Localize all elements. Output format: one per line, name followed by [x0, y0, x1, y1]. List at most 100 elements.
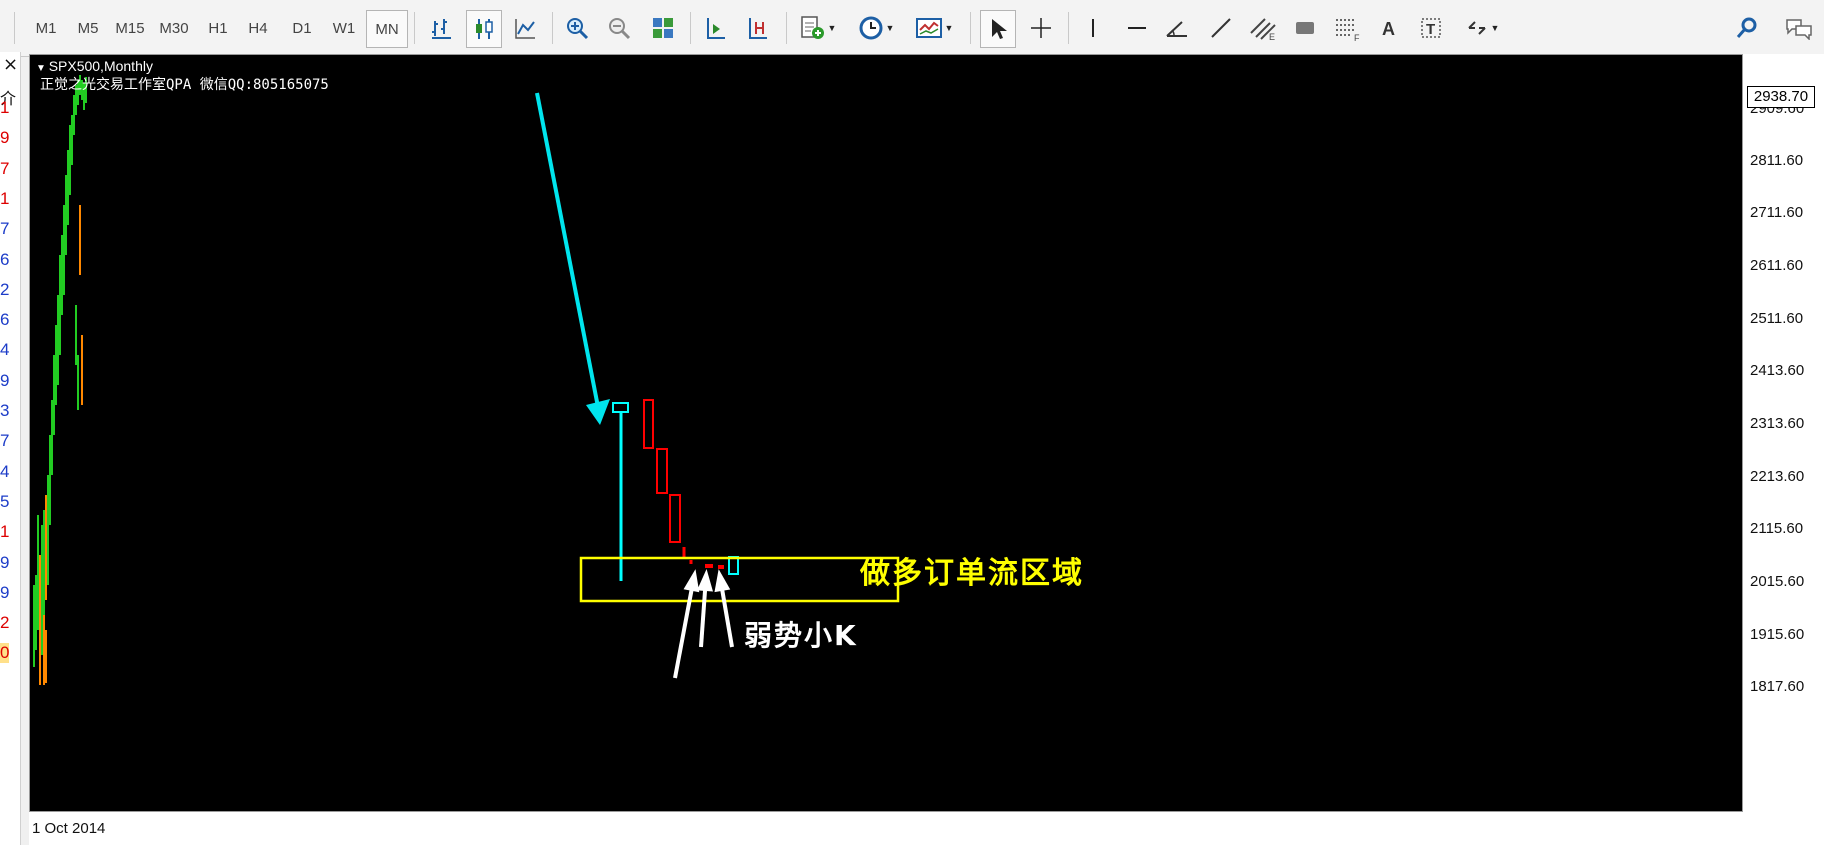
arrows-dropdown[interactable]: ▼ — [1458, 10, 1506, 46]
panel-value: 0 — [0, 643, 10, 664]
indicators-dropdown[interactable]: ▼ — [794, 10, 842, 46]
panel-value: 1 — [0, 522, 10, 542]
vertical-line-icon[interactable] — [1076, 10, 1110, 46]
up-arrow-shaft — [673, 576, 696, 679]
autoscroll-icon[interactable] — [740, 10, 774, 46]
bull-candle-body — [612, 402, 629, 413]
rectangle-icon[interactable] — [1288, 10, 1322, 46]
price-tick-label: 2611.60 — [1750, 257, 1804, 274]
timeframe-m30-button[interactable]: M30 — [154, 10, 194, 46]
periodicity-dropdown[interactable]: ▼ — [852, 10, 900, 46]
panel-value: 1 — [0, 188, 10, 208]
timeframe-m5-button[interactable]: M5 — [68, 10, 108, 46]
panel-value: 9 — [0, 370, 10, 390]
current-price-label: 2938.70 — [1747, 86, 1815, 108]
panel-value: 5 — [0, 491, 10, 511]
zone-label-text: 做多订单流区域 — [859, 556, 1084, 591]
svg-text:A: A — [1382, 19, 1395, 39]
toolbar-separator — [690, 12, 691, 44]
equidistant-channel-icon[interactable]: E — [1246, 10, 1280, 46]
price-tick-label: 2313.60 — [1750, 415, 1805, 432]
toolbar-separator — [786, 12, 787, 44]
bear-candle — [669, 494, 681, 543]
down-arrow-shaft — [535, 92, 600, 408]
chart-window: 做多订单流区域 弱势小K ▼ SPX500,Monthly 正觉之光交易工作室QP… — [29, 54, 1824, 845]
panel-value: 1 — [0, 98, 10, 117]
price-tick-label: 2015.60 — [1750, 573, 1805, 590]
arrows-icon — [1467, 21, 1486, 35]
timeframe-m1-button[interactable]: M1 — [26, 10, 66, 46]
clock-icon — [859, 16, 883, 40]
toolbar-separator — [14, 12, 15, 44]
horizontal-line-icon[interactable] — [1120, 10, 1154, 46]
timeframe-w1-button[interactable]: W1 — [324, 10, 364, 46]
price-axis[interactable]: 2909.60 2811.60 2711.60 2611.60 2511.60 2413.… — [1745, 54, 1824, 812]
templates-dropdown[interactable]: ▼ — [910, 10, 958, 46]
candlestick-chart-icon[interactable] — [466, 10, 502, 48]
timeframe-d1-button[interactable]: D1 — [282, 10, 322, 46]
main-toolbar: M1 M5 M15 M30 H1 H4 D1 W1 MN ▼ ▼ ▼ E F A… — [0, 0, 1824, 57]
symbol-label[interactable]: ▼ SPX500,Monthly — [36, 58, 153, 74]
chart-shift-icon[interactable] — [698, 10, 732, 46]
search-icon[interactable] — [1730, 10, 1764, 46]
chevron-down-icon[interactable]: ▼ — [36, 63, 49, 74]
toolbar-separator — [552, 12, 553, 44]
panel-value: 4 — [0, 461, 10, 481]
up-arrow-head — [714, 569, 731, 593]
price-tick-label: 1915.60 — [1750, 626, 1805, 643]
panel-value: 7 — [0, 219, 10, 239]
chart-subtitle: 正觉之光交易工作室QPA 微信QQ:805165075 — [40, 77, 329, 93]
panel-value: 3 — [0, 401, 10, 420]
line-chart-icon[interactable] — [508, 10, 542, 46]
timeframe-h1-button[interactable]: H1 — [198, 10, 238, 46]
svg-text:T: T — [1426, 21, 1435, 38]
chat-icon[interactable] — [1782, 10, 1816, 46]
weak-candles-label-text: 弱势小K — [744, 619, 858, 652]
chevron-down-icon: ▼ — [885, 23, 895, 33]
price-tick-label: 2811.60 — [1750, 152, 1804, 169]
up-arrow-head — [697, 569, 713, 592]
panel-value: 9 — [0, 128, 10, 148]
panel-value: 9 — [0, 552, 10, 572]
price-tick-label: 2213.60 — [1750, 468, 1805, 485]
fibonacci-icon[interactable]: F — [1330, 10, 1364, 46]
time-axis-label: 1 Oct 2014 — [32, 820, 106, 837]
timeframe-h4-button[interactable]: H4 — [238, 10, 278, 46]
panel-value: 2 — [0, 279, 10, 299]
indicators-icon — [800, 16, 824, 39]
trendline-icon[interactable] — [1204, 10, 1238, 46]
text-label-icon[interactable]: T — [1414, 10, 1448, 46]
timeframe-m15-button[interactable]: M15 — [110, 10, 150, 46]
toolbar-separator — [414, 12, 415, 44]
chart-plot-area[interactable]: 做多订单流区域 弱势小K ▼ SPX500,Monthly 正觉之光交易工作室QP… — [29, 54, 1743, 812]
zoom-out-icon[interactable] — [602, 10, 636, 46]
panel-value: 6 — [0, 249, 10, 269]
svg-text:F: F — [1354, 33, 1360, 41]
crosshair-icon[interactable] — [1024, 10, 1058, 46]
svg-text:E: E — [1269, 32, 1275, 41]
price-tick-label: 2511.60 — [1750, 310, 1804, 327]
toolbar-separator — [970, 12, 971, 44]
bar-chart-icon[interactable] — [424, 10, 458, 46]
chevron-down-icon: ▼ — [944, 23, 954, 33]
bear-candle — [643, 399, 654, 449]
panel-value: 7 — [0, 158, 10, 178]
panel-value: 7 — [0, 431, 10, 451]
panel-value: 9 — [0, 582, 10, 602]
cursor-icon[interactable] — [980, 10, 1016, 48]
price-tick-label: 1817.60 — [1750, 678, 1805, 695]
tile-windows-icon[interactable] — [646, 10, 680, 46]
bear-candle — [656, 448, 668, 494]
panel-value: 4 — [0, 340, 10, 360]
zoom-in-icon[interactable] — [560, 10, 594, 46]
angle-trendline-icon[interactable] — [1160, 10, 1194, 46]
price-tick-label: 2115.60 — [1750, 520, 1804, 537]
panel-value: 6 — [0, 310, 10, 330]
chart-canvas: 做多订单流区域弱势小K — [33, 75, 1084, 685]
symbol-timeframe-text: SPX500,Monthly — [48, 58, 153, 74]
text-icon[interactable]: A — [1372, 10, 1406, 46]
timeframe-mn-button[interactable]: MN — [366, 10, 408, 48]
close-icon[interactable]: × — [3, 54, 18, 75]
chevron-down-icon: ▼ — [827, 23, 837, 33]
market-watch-panel: × 介 1971762649374519920 — [0, 52, 21, 845]
